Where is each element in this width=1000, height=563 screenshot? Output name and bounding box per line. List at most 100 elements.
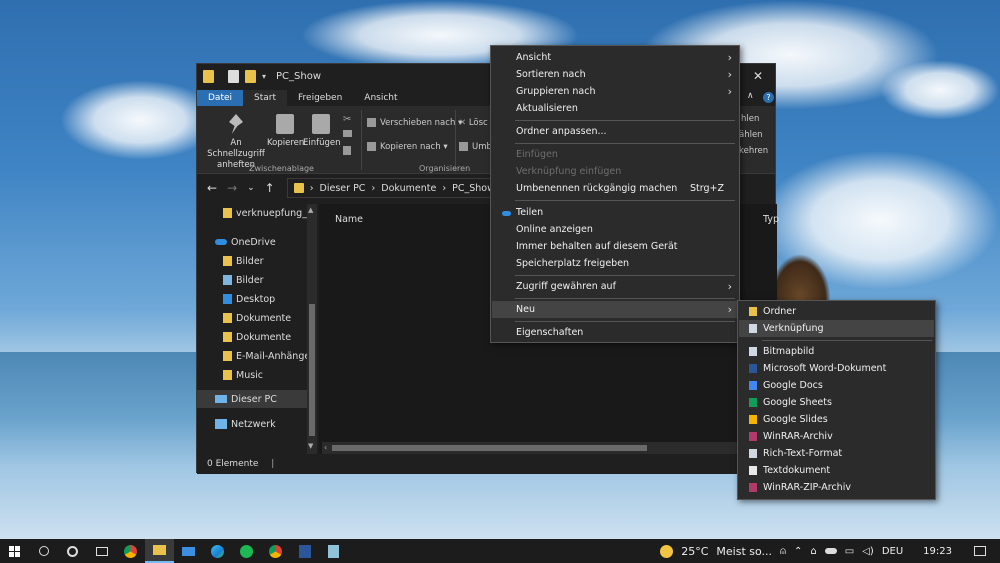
breadcrumb-chevron-icon[interactable]: ›: [371, 183, 375, 194]
tab-ansicht[interactable]: Ansicht: [353, 90, 408, 106]
menu-item-zugriff-gewaehren[interactable]: Zugriff gewähren auf ›: [492, 278, 738, 295]
submenu-item-google-docs[interactable]: Google Docs: [739, 377, 934, 394]
breadcrumb-chevron-icon[interactable]: ›: [310, 183, 314, 194]
nav-item-bilder-pictures[interactable]: Bilder: [197, 271, 307, 289]
submenu-item-rtf[interactable]: Rich-Text-Format: [739, 445, 934, 462]
menu-item-gruppieren[interactable]: Gruppieren nach ›: [492, 83, 738, 100]
properties-icon[interactable]: [228, 69, 239, 83]
menu-item-sortieren[interactable]: Sortieren nach ›: [492, 66, 738, 83]
move-to-button[interactable]: Verschieben nach ▾: [367, 118, 462, 128]
nav-scrollbar[interactable]: ▲ ▼: [307, 204, 317, 454]
submenu-item-bitmapbild[interactable]: Bitmapbild: [739, 343, 934, 360]
menu-item-aktualisieren[interactable]: Aktualisieren: [492, 100, 738, 117]
notepad-taskbar-button[interactable]: [319, 539, 348, 563]
nav-item-onedrive[interactable]: OneDrive: [197, 233, 307, 251]
nav-item-netzwerk[interactable]: Netzwerk: [197, 415, 307, 433]
network-status-icon[interactable]: ⌂: [810, 546, 816, 557]
menu-item-rueckgaengig[interactable]: Umbenennen rückgängig machen Strg+Z: [492, 180, 738, 197]
rename-button[interactable]: Umb: [459, 142, 492, 152]
nav-item-music[interactable]: Music: [197, 366, 307, 384]
notification-icon[interactable]: [974, 546, 986, 556]
copy-path-icon[interactable]: [343, 130, 352, 137]
language-indicator[interactable]: DEU: [882, 546, 903, 557]
nav-item-dokumente-2[interactable]: Dokumente: [197, 328, 307, 346]
tab-freigeben[interactable]: Freigeben: [287, 90, 353, 106]
clock[interactable]: 19:23: [923, 546, 952, 557]
column-header-type[interactable]: Typ: [763, 214, 779, 225]
menu-item-immer-behalten[interactable]: Immer behalten auf diesem Gerät: [492, 238, 738, 255]
paste-button[interactable]: Einfügen: [303, 114, 341, 149]
chrome-taskbar-button[interactable]: [116, 539, 145, 563]
submenu-item-google-sheets[interactable]: Google Sheets: [739, 394, 934, 411]
scroll-down-icon[interactable]: ▼: [308, 442, 313, 450]
horizontal-scrollbar[interactable]: ‹: [322, 442, 762, 454]
menu-item-neu[interactable]: Neu ›: [492, 301, 738, 318]
up-button[interactable]: ↑: [265, 181, 275, 195]
select-none-button[interactable]: ählen: [739, 130, 763, 140]
breadcrumb-item[interactable]: PC_Show: [452, 183, 495, 194]
weather-icon[interactable]: [660, 544, 674, 558]
new-folder-icon[interactable]: [245, 69, 256, 83]
submenu-item-textdokument[interactable]: Textdokument: [739, 462, 934, 479]
scroll-up-icon[interactable]: ▲: [308, 206, 313, 214]
nav-item-bilder[interactable]: Bilder: [197, 252, 307, 270]
menu-item-online-anzeigen[interactable]: Online anzeigen: [492, 221, 738, 238]
back-button[interactable]: ←: [207, 181, 217, 195]
menu-item-speicherplatz[interactable]: Speicherplatz freigeben: [492, 255, 738, 272]
delete-button[interactable]: ✕ Lösc: [459, 118, 488, 128]
submenu-item-winrar-zip[interactable]: WinRAR-ZIP-Archiv: [739, 479, 934, 496]
menu-item-eigenschaften[interactable]: Eigenschaften: [492, 324, 738, 341]
close-icon[interactable]: ✕: [753, 69, 763, 83]
breadcrumb-item[interactable]: Dokumente: [381, 183, 436, 194]
file-explorer-taskbar-button[interactable]: [145, 539, 174, 563]
paste-shortcut-icon[interactable]: [343, 146, 351, 155]
word-taskbar-button[interactable]: [290, 539, 319, 563]
people-icon[interactable]: ⍝: [780, 546, 786, 557]
chevron-up-icon[interactable]: ⌃: [794, 546, 802, 557]
column-header-name[interactable]: Name: [335, 214, 363, 225]
select-all-button[interactable]: hlen: [741, 114, 759, 124]
scrollbar-thumb[interactable]: [309, 304, 315, 436]
onedrive-tray-icon[interactable]: [824, 548, 837, 554]
nav-item-dokumente[interactable]: Dokumente: [197, 309, 307, 327]
submenu-item-winrar[interactable]: WinRAR-Archiv: [739, 428, 934, 445]
search-button[interactable]: [29, 539, 58, 563]
breadcrumb-item[interactable]: Dieser PC: [320, 183, 366, 194]
tab-datei[interactable]: Datei: [197, 90, 244, 106]
weather-text[interactable]: Meist so...: [716, 545, 772, 558]
speaker-icon[interactable]: ◁): [862, 546, 874, 557]
breadcrumb-chevron-icon[interactable]: ›: [442, 183, 446, 194]
chrome-taskbar-button-2[interactable]: [261, 539, 290, 563]
nav-item-desktop[interactable]: Desktop: [197, 290, 307, 308]
scroll-left-icon[interactable]: ‹: [324, 443, 327, 452]
submenu-item-word[interactable]: Microsoft Word-Dokument: [739, 360, 934, 377]
mail-taskbar-button[interactable]: [174, 539, 203, 563]
nav-item-email-anhaenge[interactable]: E-Mail-Anhänge: [197, 347, 307, 365]
display-icon[interactable]: ▭: [845, 546, 854, 557]
copy-to-button[interactable]: Kopieren nach ▾: [367, 142, 448, 152]
copy-button[interactable]: Kopieren: [267, 114, 304, 149]
weather-temperature[interactable]: 25°C: [681, 545, 708, 558]
submenu-item-google-slides[interactable]: Google Slides: [739, 411, 934, 428]
recent-locations-icon[interactable]: ⌄: [247, 183, 255, 193]
nav-item-verknuepfung[interactable]: verknuepfung_er: [197, 204, 307, 222]
quick-access-dropdown-icon[interactable]: ▾: [262, 72, 266, 81]
tab-start[interactable]: Start: [243, 90, 288, 106]
expand-ribbon-icon[interactable]: ∧: [747, 91, 754, 101]
cortana-button[interactable]: [58, 539, 87, 563]
nav-item-dieser-pc[interactable]: Dieser PC: [197, 390, 307, 408]
submenu-item-verknuepfung[interactable]: Verknüpfung: [739, 320, 934, 337]
spotify-taskbar-button[interactable]: [232, 539, 261, 563]
menu-item-ordner-anpassen[interactable]: Ordner anpassen...: [492, 123, 738, 140]
help-icon[interactable]: ?: [763, 92, 774, 103]
pin-quick-access-button[interactable]: An Schnellzugriff anheften: [201, 114, 271, 171]
submenu-item-ordner[interactable]: Ordner: [739, 303, 934, 320]
task-view-button[interactable]: [87, 539, 116, 563]
forward-button[interactable]: →: [227, 181, 237, 195]
edge-taskbar-button[interactable]: [203, 539, 232, 563]
scrollbar-thumb[interactable]: [332, 445, 647, 451]
start-button[interactable]: [0, 539, 29, 563]
cut-icon[interactable]: ✂: [343, 114, 351, 125]
menu-item-teilen[interactable]: Teilen: [492, 204, 738, 221]
invert-selection-button[interactable]: kehren: [739, 146, 768, 156]
